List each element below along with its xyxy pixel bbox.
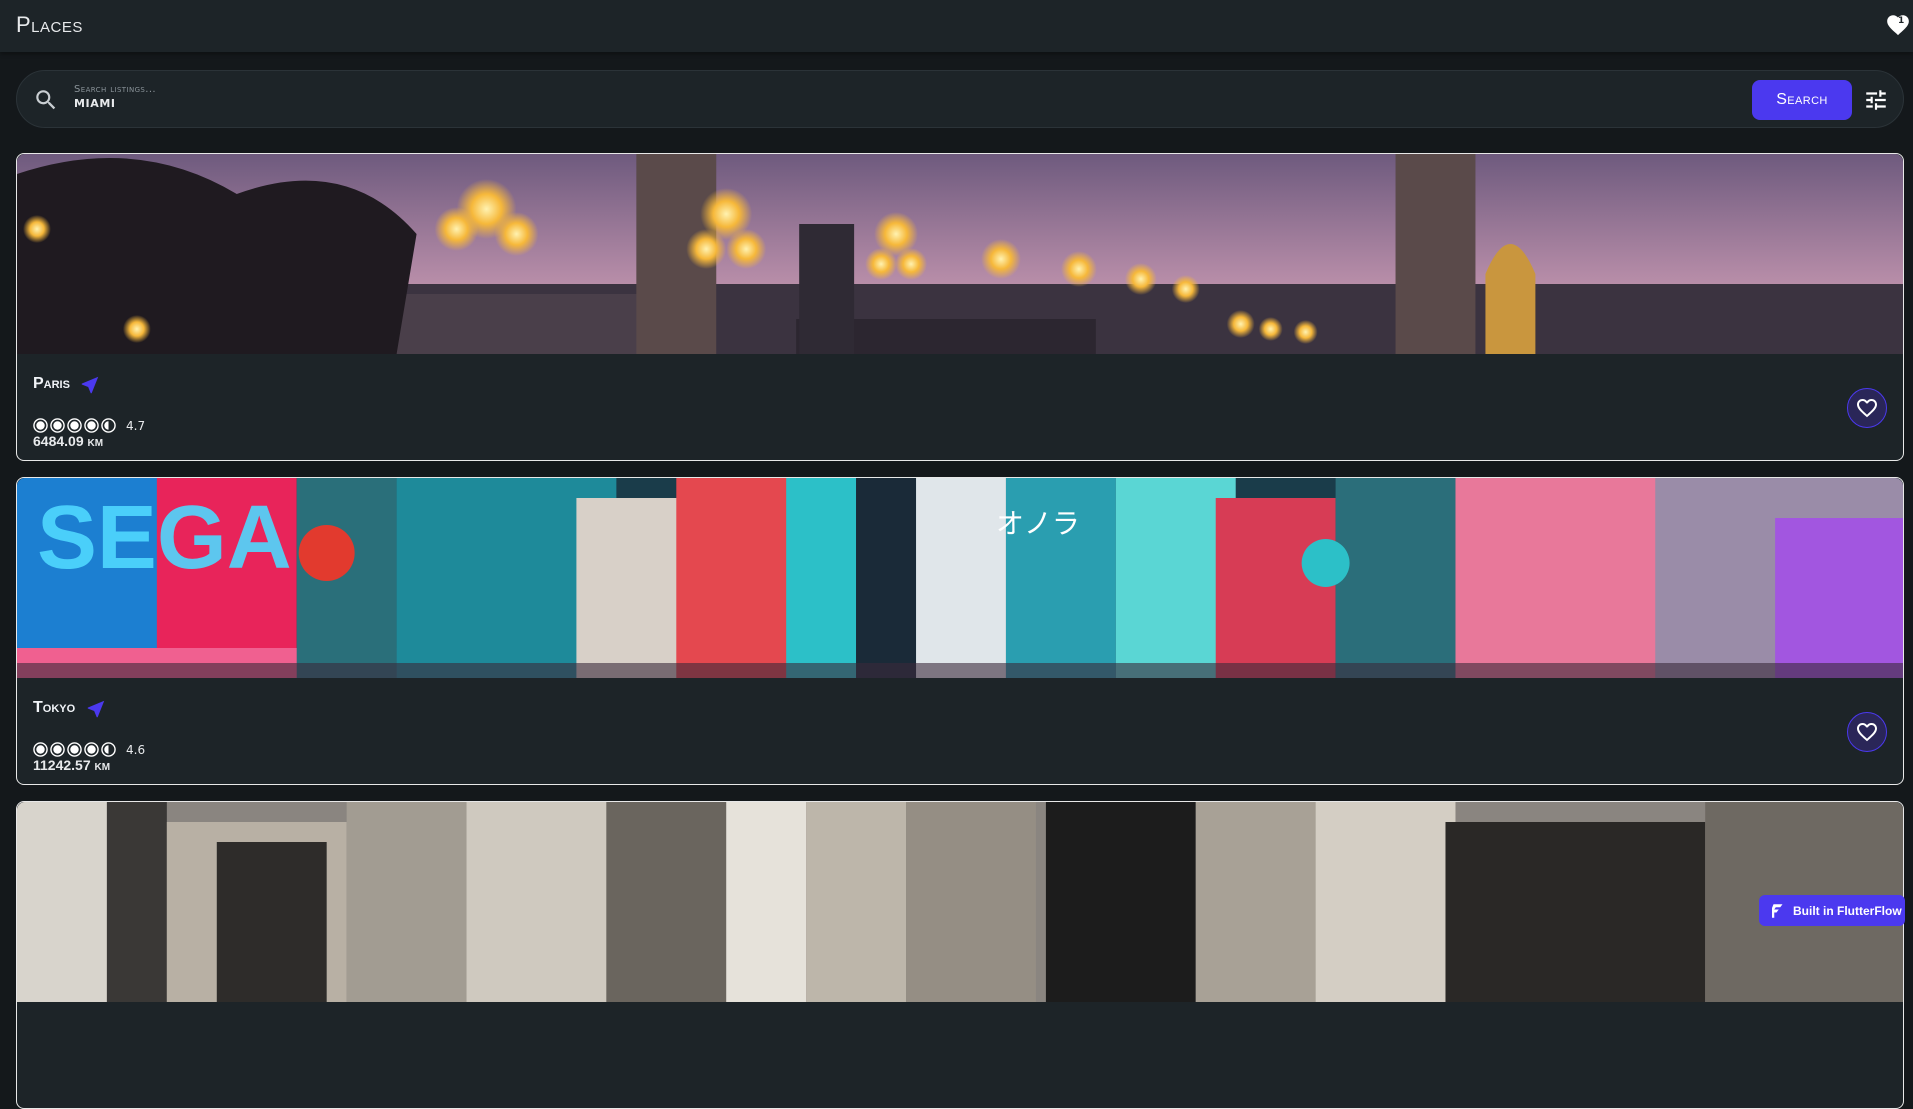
navigation-arrow-icon[interactable]: [79, 374, 101, 396]
rating-circle-icon: [33, 418, 48, 433]
listing-image: SEGA オノラ: [17, 478, 1903, 678]
rating-circle-icon: [84, 418, 99, 433]
star-rating: 4.6: [33, 742, 145, 757]
listing-card[interactable]: SEGA オノラ Tokyo 4.6 11242.57 km: [16, 477, 1904, 785]
rating-value: 4.7: [126, 418, 146, 433]
listing-image: [17, 154, 1903, 354]
rating-circle-icon: [84, 742, 99, 757]
app-bar: Places 1: [0, 0, 1913, 52]
rating-circle-icon: [33, 742, 48, 757]
badge-label: Built in FlutterFlow: [1793, 903, 1902, 918]
search-bar: Search listings... Miami Search: [16, 70, 1904, 128]
favorites-count: 1: [1898, 16, 1905, 26]
rating-circle-half-icon: [101, 418, 116, 433]
navigation-arrow-icon[interactable]: [85, 698, 107, 720]
rating-circle-icon: [50, 418, 65, 433]
heart-outline-icon: [1857, 399, 1877, 418]
listing-distance: 6484.09 km: [33, 433, 104, 449]
star-rating: 4.7: [33, 418, 145, 433]
search-icon: [36, 90, 56, 110]
search-label: Search listings...: [74, 84, 156, 95]
rating-circle-half-icon: [101, 742, 116, 757]
listing-card[interactable]: Paris 4.7 6484.09 km: [16, 153, 1904, 461]
listing-distance: 11242.57 km: [33, 757, 111, 773]
listing-title: Tokyo: [33, 699, 76, 716]
favorite-button[interactable]: [1847, 712, 1887, 752]
favorites-button[interactable]: 1: [1885, 12, 1913, 38]
favorite-button[interactable]: [1847, 388, 1887, 428]
sliders-icon[interactable]: [1863, 87, 1889, 113]
rating-circle-icon: [67, 418, 82, 433]
listing-image: [17, 802, 1903, 1002]
search-input[interactable]: Miami: [74, 97, 116, 110]
svg-text:オノラ: オノラ: [996, 507, 1080, 540]
search-button[interactable]: Search: [1752, 80, 1852, 120]
heart-outline-icon: [1857, 723, 1877, 742]
rating-circle-icon: [67, 742, 82, 757]
rating-circle-icon: [50, 742, 65, 757]
rating-value: 4.6: [126, 742, 146, 757]
listing-title: Paris: [33, 375, 70, 392]
page-title: Places: [16, 12, 83, 37]
listing-card[interactable]: [16, 801, 1904, 1109]
flutterflow-logo-icon: [1772, 903, 1783, 918]
svg-text:SEGA: SEGA: [37, 488, 292, 588]
flutterflow-badge[interactable]: Built in FlutterFlow: [1759, 895, 1905, 926]
